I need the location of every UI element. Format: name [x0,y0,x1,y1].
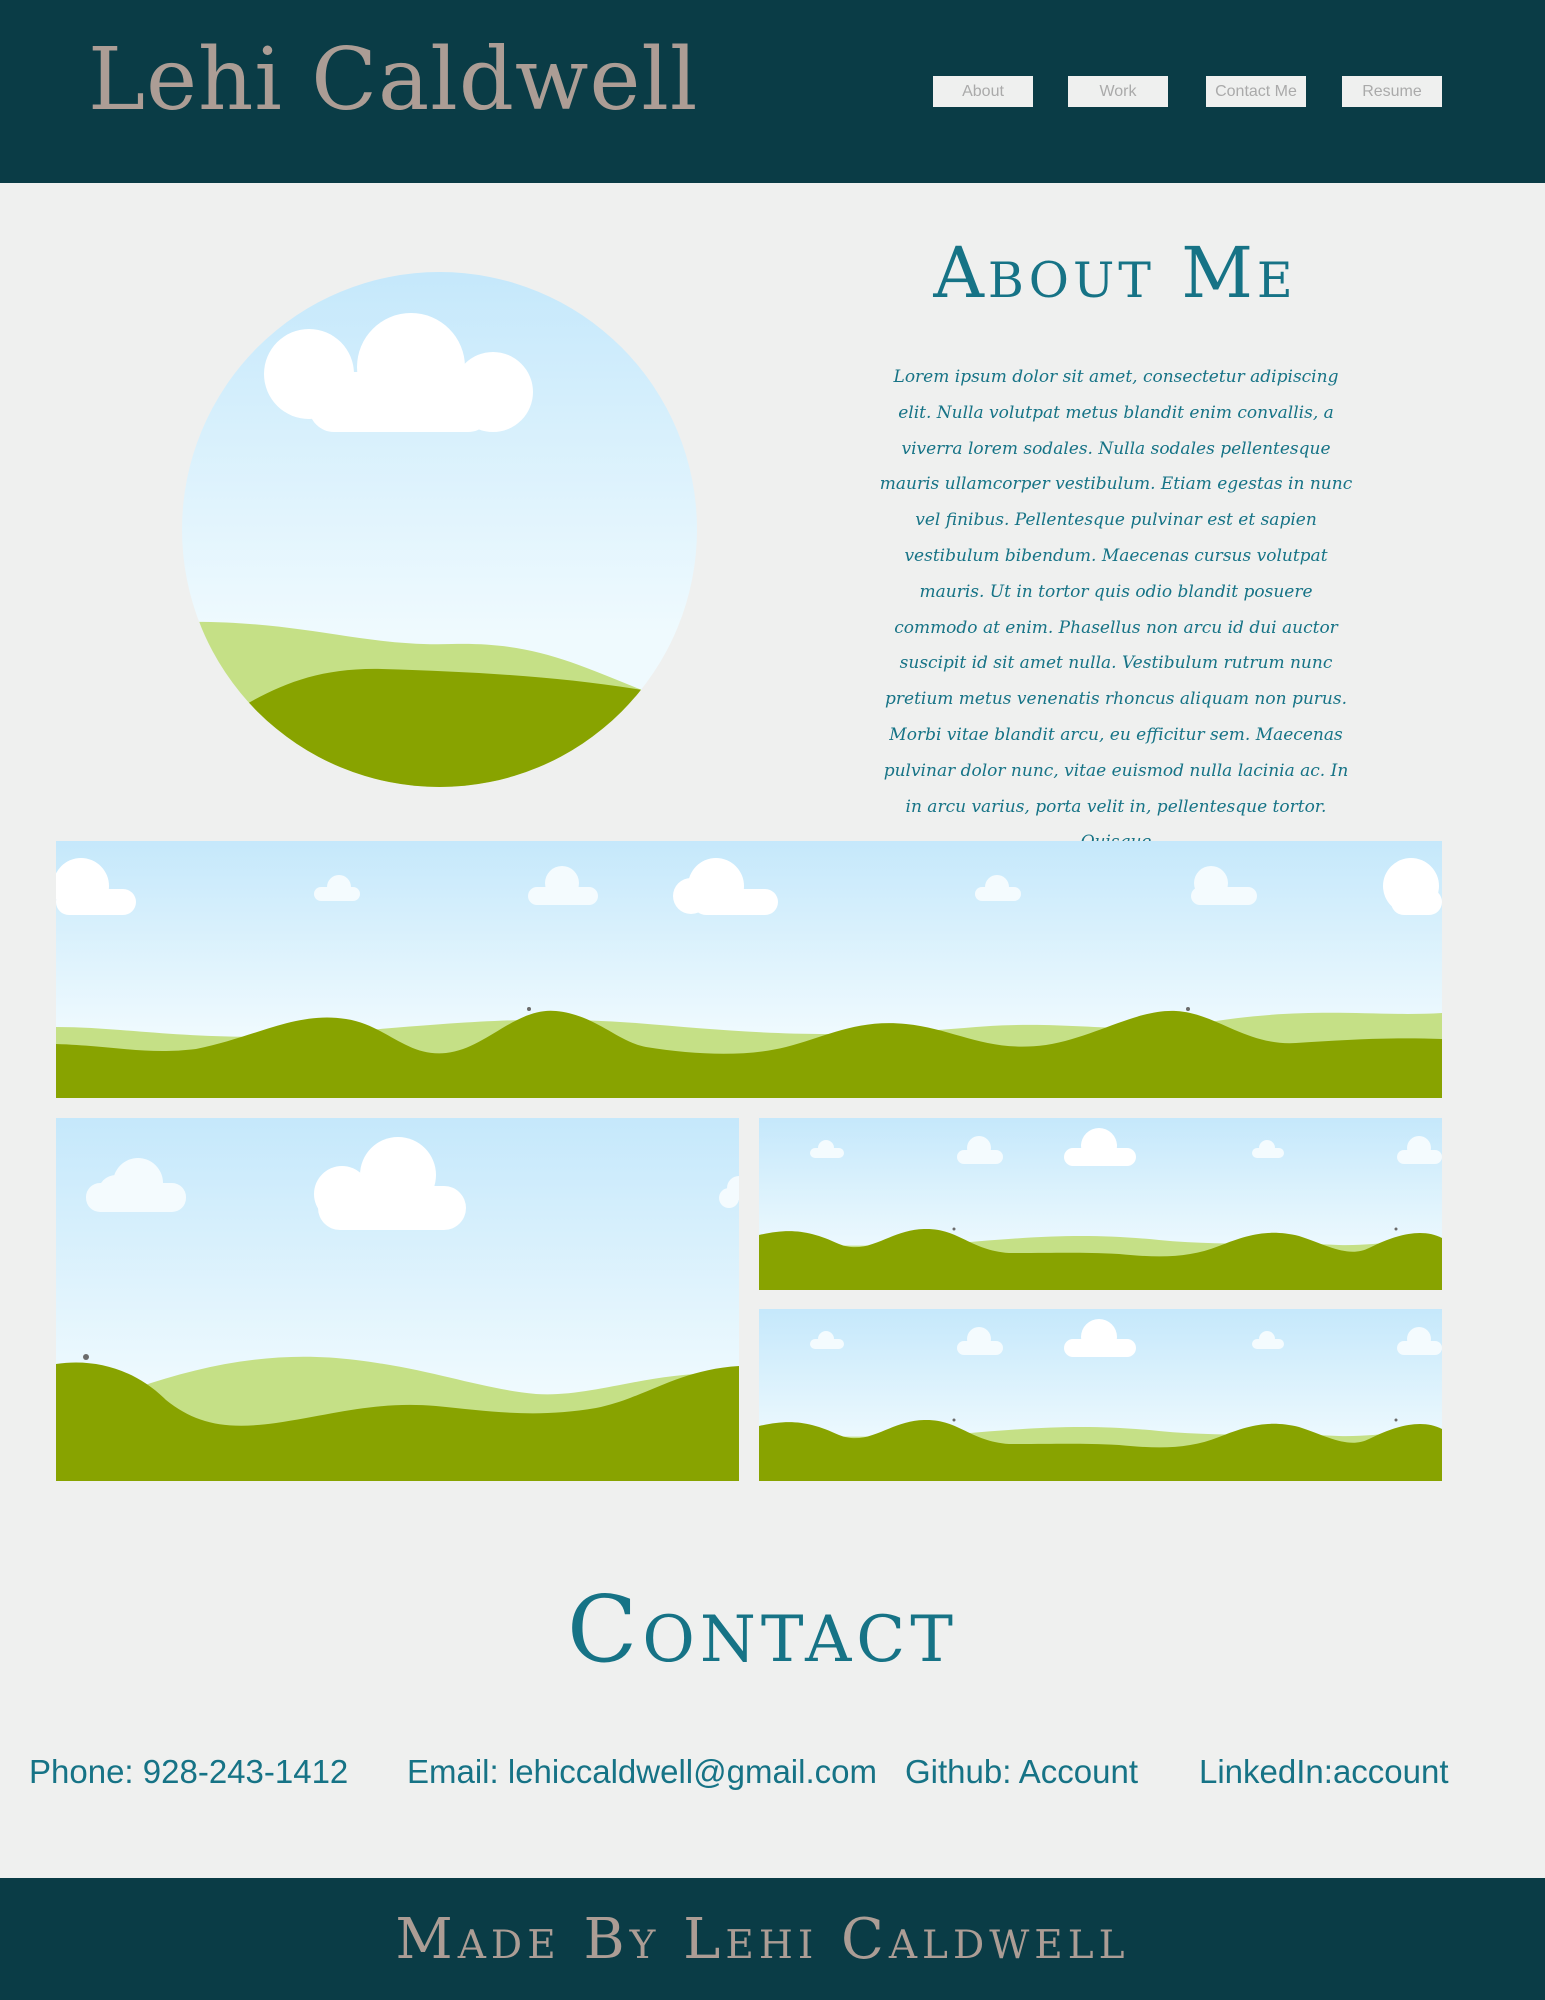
contact-github-link[interactable]: Account [1019,1753,1138,1790]
contact-linkedin[interactable]: LinkedIn:account [1199,1752,1449,1792]
nav-about-button[interactable]: About [933,76,1033,107]
footer-text: Made By Lehi Caldwell [395,1907,1130,1972]
nav-contact-button[interactable]: Contact Me [1206,76,1306,107]
contact-phone[interactable]: Phone: 928-243-1412 [29,1752,348,1792]
contact-linkedin-link[interactable]: account [1333,1753,1449,1790]
contact-phone-value[interactable]: 928-243-1412 [143,1753,349,1790]
contact-email[interactable]: Email: lehiccaldwell@gmail.com [407,1752,877,1792]
landscape-small-image-top [759,1118,1442,1290]
site-title[interactable]: Lehi Caldwell [88,30,698,130]
contact-email-label: Email: [407,1753,499,1790]
nav-resume-button[interactable]: Resume [1342,76,1442,107]
landscape-banner-image [56,841,1442,1098]
contact-email-link[interactable]: lehiccaldwell@gmail.com [508,1753,877,1790]
site-footer: Made By Lehi Caldwell [0,1878,1545,2000]
about-title: About Me [933,232,1297,314]
landscape-small-image-bottom [759,1309,1442,1481]
contact-github[interactable]: Github: Account [905,1752,1138,1792]
contact-phone-label: Phone: [29,1753,134,1790]
nav-work-button[interactable]: Work [1068,76,1168,107]
about-text: Lorem ipsum dolor sit amet, consectetur … [879,367,1353,852]
site-header: Lehi Caldwell About Work Contact Me Resu… [0,0,1545,183]
contact-github-label: Github: [905,1753,1012,1790]
profile-image [182,272,697,787]
contact-linkedin-label: LinkedIn: [1199,1753,1333,1790]
landscape-large-image [56,1118,739,1481]
contact-title: Contact [567,1576,958,1683]
